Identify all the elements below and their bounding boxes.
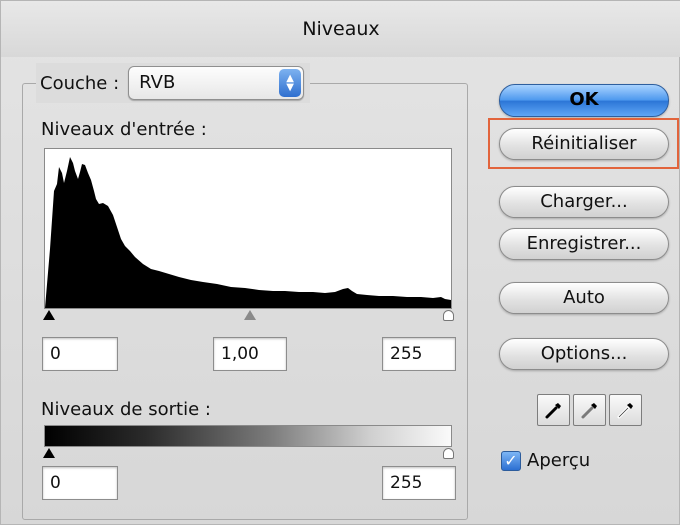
input-white-field[interactable]: 255 — [382, 337, 456, 371]
ok-button[interactable]: OK — [499, 84, 669, 117]
white-point-eyedropper-icon[interactable] — [609, 394, 642, 426]
output-black-point-handle[interactable] — [43, 448, 55, 458]
histogram — [44, 148, 452, 309]
input-gamma-field[interactable]: 1,00 — [213, 337, 287, 371]
histogram-graph — [45, 157, 451, 308]
input-gamma-handle[interactable] — [244, 310, 256, 320]
gray-point-eyedropper-icon[interactable] — [573, 394, 606, 426]
channel-row: Couche : RVB ▲ ▼ — [36, 63, 311, 103]
input-black-point-handle[interactable] — [43, 310, 55, 320]
load-button[interactable]: Charger... — [499, 186, 669, 218]
input-black-field[interactable]: 0 — [42, 337, 118, 371]
preview-row[interactable]: ✓ Aperçu — [501, 450, 590, 471]
preview-checkbox[interactable]: ✓ — [501, 450, 521, 471]
output-white-point-handle[interactable] — [443, 448, 454, 459]
levels-dialog: Niveaux Couche : RVB ▲ ▼ Niveaux d'entrée… — [0, 0, 680, 525]
preview-label: Aperçu — [527, 450, 591, 471]
save-button[interactable]: Enregistrer... — [499, 228, 669, 260]
options-button[interactable]: Options... — [499, 338, 669, 370]
histogram-shape — [45, 157, 451, 308]
channel-select[interactable]: RVB ▲ ▼ — [128, 66, 305, 100]
eyedropper-group — [537, 394, 642, 426]
auto-button[interactable]: Auto — [499, 282, 669, 314]
reset-button[interactable]: Réinitialiser — [499, 128, 669, 160]
output-black-field[interactable]: 0 — [42, 466, 118, 500]
dialog-title: Niveaux — [1, 1, 680, 57]
channel-label: Couche : — [40, 72, 120, 94]
select-stepper-icon: ▲ ▼ — [279, 69, 302, 97]
input-levels-slider[interactable] — [43, 310, 454, 324]
output-levels-slider[interactable] — [43, 448, 454, 462]
input-levels-label: Niveaux d'entrée : — [41, 119, 207, 140]
channel-select-value: RVB — [139, 72, 176, 93]
input-white-point-handle[interactable] — [443, 310, 454, 321]
output-levels-label: Niveaux de sortie : — [41, 399, 211, 420]
black-point-eyedropper-icon[interactable] — [537, 394, 570, 426]
output-gradient-bar — [44, 425, 452, 447]
output-white-field[interactable]: 255 — [382, 466, 456, 500]
